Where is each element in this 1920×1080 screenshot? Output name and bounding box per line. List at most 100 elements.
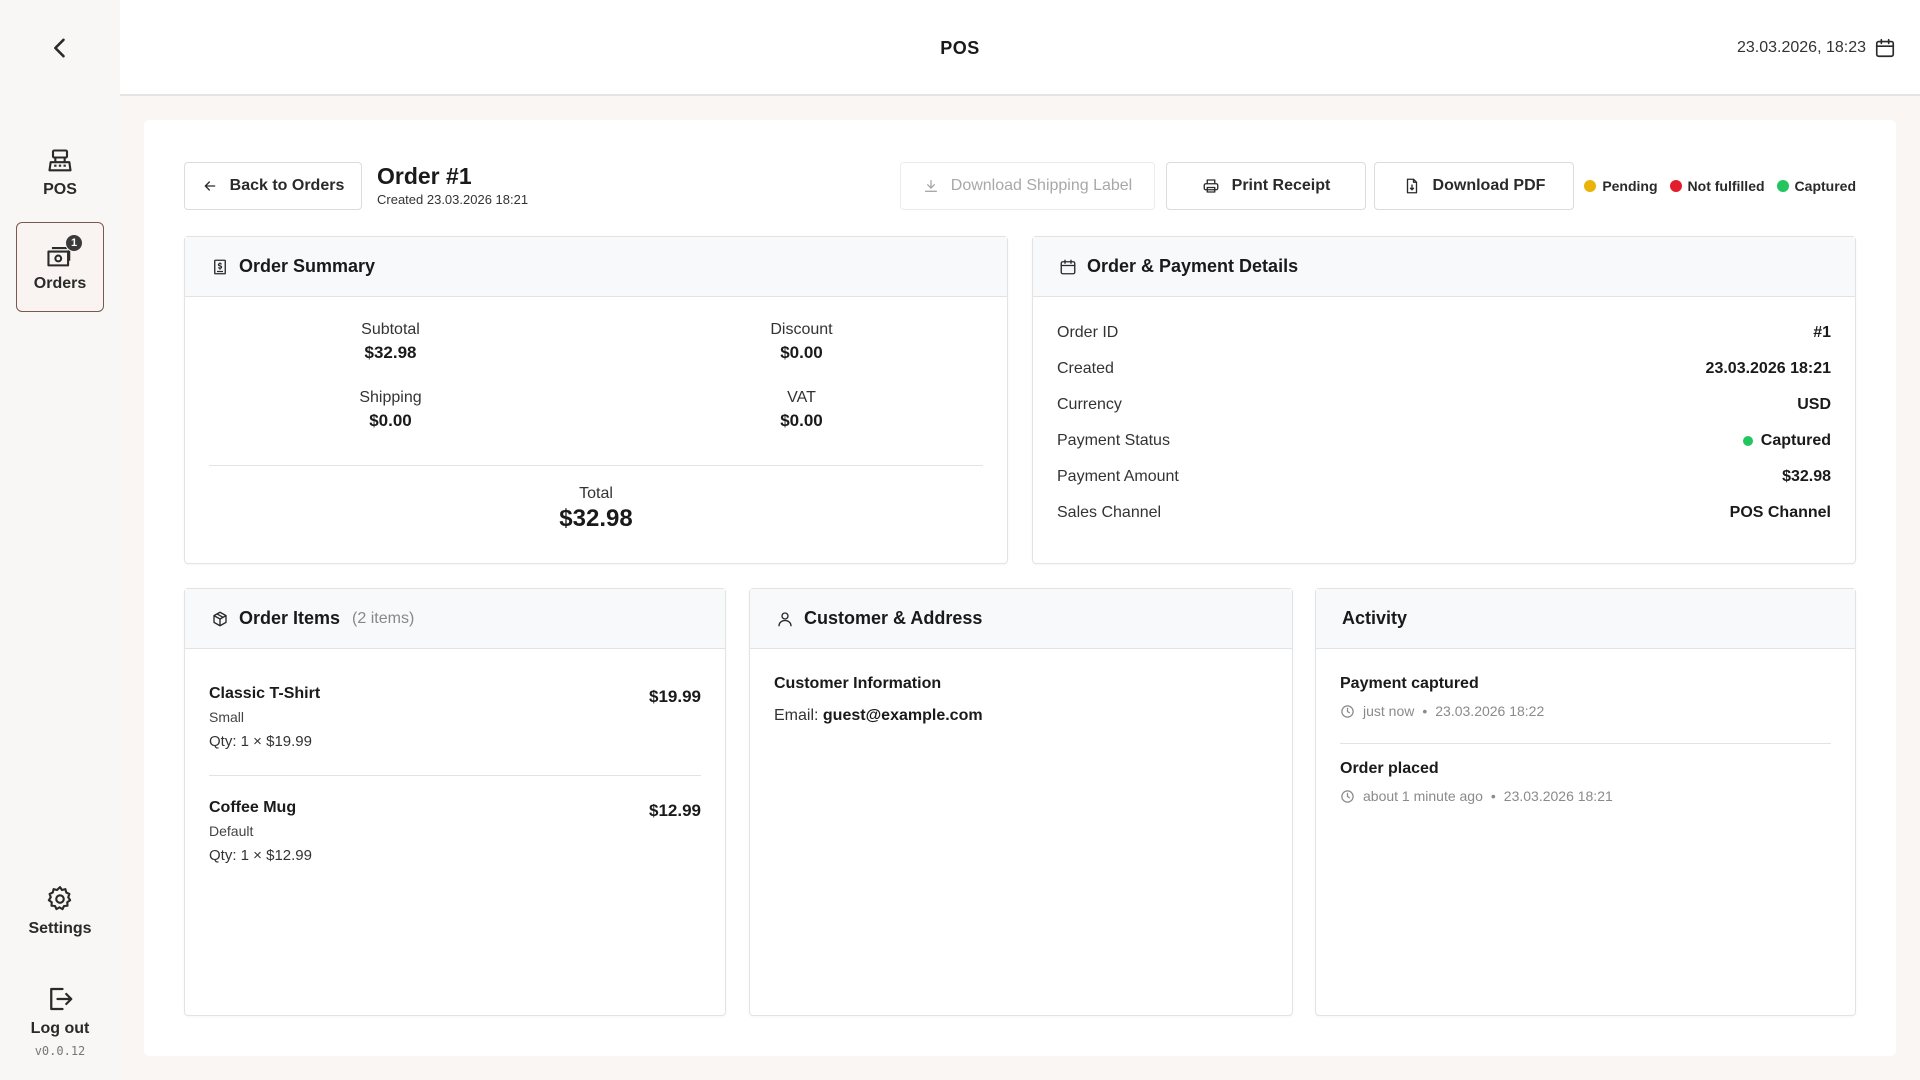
list-item: Coffee Mug Default Qty: 1 × $12.99 $12.9… [209, 799, 701, 864]
detail-row-sales-channel: Sales Channel POS Channel [1057, 501, 1831, 525]
details-header: Order & Payment Details [1033, 237, 1855, 297]
chevron-left-icon [54, 38, 65, 58]
panel-title: Order Items [239, 608, 341, 628]
vat-cell: VAT $0.00 [596, 389, 1007, 431]
order-detail-card: Back to Orders Order #1 Created 23.03.20… [144, 120, 1896, 1056]
items-count: (2 items) [352, 609, 415, 627]
detail-key: Payment Status [1057, 432, 1170, 449]
logout-icon [50, 987, 73, 1011]
activity-timestamp: 23.03.2026 18:22 [1435, 703, 1545, 719]
customer-email: Email: guest@example.com [774, 707, 983, 725]
activity-header: Activity [1316, 589, 1855, 649]
activity-meta: about 1 minute ago • 23.03.2026 18:21 [1340, 788, 1831, 804]
customer-header: Customer & Address [750, 589, 1292, 649]
activity-title: Order placed [1340, 760, 1439, 777]
download-shipping-label-button[interactable]: Download Shipping Label [900, 162, 1155, 210]
payment-status-value: Captured [1742, 432, 1831, 450]
sidebar-item-logout[interactable]: Log out [16, 966, 104, 1056]
detail-key: Currency [1057, 396, 1122, 413]
orders-count-badge: 1 [65, 234, 83, 252]
meta-separator: • [1422, 703, 1428, 719]
status-dot [1584, 180, 1597, 192]
sidebar-item-settings[interactable]: Settings [16, 866, 104, 956]
detail-key: Created [1057, 360, 1114, 377]
user-icon [778, 611, 792, 626]
sidebar-item-orders[interactable]: 1 Orders [16, 222, 104, 312]
meta-separator: • [1490, 788, 1496, 804]
item-name: Classic T-Shirt [209, 685, 321, 702]
download-shipping-label-text: Download Shipping Label [950, 177, 1133, 194]
total-cell: Total $32.98 [185, 485, 1007, 533]
vat-label: VAT [787, 389, 816, 406]
shipping-label: Shipping [359, 389, 422, 406]
order-summary-panel: Order Summary Subtotal $32.98 Discount $… [184, 236, 1008, 564]
status-badge-payment: Captured [1776, 178, 1856, 194]
top-bar: POS 23.03.2026, 18:23 [0, 0, 1920, 96]
arrow-left-icon [204, 181, 215, 191]
calendar-icon [1060, 259, 1076, 274]
app-version: v0.0.12 [34, 1044, 86, 1058]
activity-panel: Activity Payment captured just now • 23.… [1315, 588, 1856, 1016]
status-dot [1669, 180, 1682, 192]
discount-label: Discount [770, 321, 833, 338]
sidebar-item-label: Settings [28, 920, 92, 937]
item-name: Coffee Mug [209, 799, 297, 816]
detail-value: POS Channel [1729, 504, 1831, 521]
divider [1340, 743, 1831, 744]
download-pdf-button[interactable]: Download PDF [1374, 162, 1574, 210]
datetime-display[interactable]: 23.03.2026, 18:23 [1737, 0, 1896, 96]
order-payment-details-panel: Order & Payment Details Order ID #1 Crea… [1032, 236, 1856, 564]
detail-value: Captured [1760, 432, 1831, 449]
customer-info-label: Customer Information [774, 675, 942, 692]
detail-row-payment-status: Payment Status Captured [1057, 429, 1831, 453]
detail-key: Sales Channel [1057, 504, 1162, 521]
activity-title: Payment captured [1340, 675, 1479, 692]
detail-row-created: Created 23.03.2026 18:21 [1057, 357, 1831, 381]
calendar-icon [1875, 38, 1895, 58]
order-items-header: Order Items (2 items) [185, 589, 725, 649]
package-icon [213, 611, 227, 626]
clock-icon [1341, 789, 1354, 803]
activity-meta: just now • 23.03.2026 18:22 [1340, 703, 1831, 719]
register-icon [48, 149, 72, 172]
detail-row-currency: Currency USD [1057, 393, 1831, 417]
panel-title: Order & Payment Details [1087, 256, 1299, 276]
order-summary-header: Order Summary [185, 237, 1007, 297]
order-status-indicators: Pending Not fulfilled Captured [1584, 162, 1856, 210]
print-receipt-button[interactable]: Print Receipt [1166, 162, 1366, 210]
datetime-text: 23.03.2026, 18:23 [1736, 39, 1866, 56]
panel-title: Order Summary [239, 256, 376, 276]
status-dot [1776, 180, 1789, 192]
sidebar-item-pos[interactable]: POS [16, 128, 104, 218]
status-dot [1742, 436, 1753, 446]
clock-icon [1341, 704, 1354, 718]
gear-icon [47, 886, 72, 911]
detail-value: USD [1797, 396, 1831, 413]
item-quantity: Qty: 1 × $19.99 [209, 733, 312, 750]
activity-relative-time: just now [1363, 703, 1415, 719]
email-value: guest@example.com [822, 707, 983, 724]
printer-icon [1203, 179, 1219, 193]
panel-title: Activity [1342, 608, 1408, 628]
item-variant: Small [209, 709, 245, 725]
activity-timestamp: 23.03.2026 18:21 [1503, 788, 1613, 804]
subtotal-value: $32.98 [364, 343, 417, 362]
activity-event: Order placed about 1 minute ago • 23.03.… [1340, 760, 1831, 804]
divider [209, 465, 983, 466]
email-label: Email: [774, 707, 819, 724]
back-to-orders-button[interactable]: Back to Orders [184, 162, 362, 210]
vat-value: $0.00 [780, 411, 823, 430]
print-receipt-label: Print Receipt [1231, 177, 1331, 194]
discount-cell: Discount $0.00 [596, 321, 1007, 363]
sidebar-item-label: Log out [30, 1020, 90, 1037]
item-variant: Default [209, 823, 254, 839]
detail-row-order-id: Order ID #1 [1057, 321, 1831, 345]
subtotal-cell: Subtotal $32.98 [185, 321, 596, 363]
sidebar: POS 1 Orders Settings Log out v0.0.12 [0, 96, 120, 1080]
item-quantity: Qty: 1 × $12.99 [209, 847, 312, 864]
back-button[interactable] [0, 0, 120, 96]
order-header: Back to Orders Order #1 Created 23.03.20… [184, 162, 1856, 210]
total-label: Total [579, 485, 613, 502]
status-badge-fulfillment: Not fulfilled [1669, 178, 1765, 194]
status-badge-pending: Pending [1584, 178, 1658, 194]
